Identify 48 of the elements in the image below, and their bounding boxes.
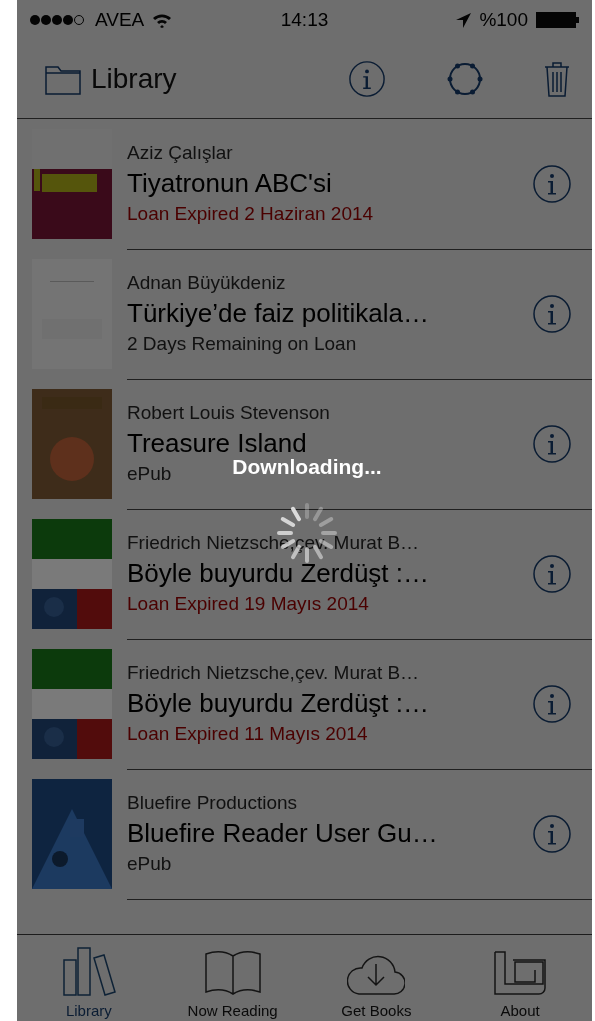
sync-button[interactable] xyxy=(446,60,484,98)
loan-expired-text: Loan Expired 19 Mayıs 2014 xyxy=(127,593,369,615)
tab-bar-item[interactable]: Now Reading xyxy=(160,935,305,1021)
info-icon[interactable] xyxy=(532,683,572,724)
signal-icon xyxy=(29,14,87,26)
book-author: Aziz Çalışlar xyxy=(127,142,233,164)
tab-bar-item[interactable]: About xyxy=(448,935,592,1021)
book-author: Friedrich Nietzsche,çev. Murat B… xyxy=(127,662,420,684)
book-title: Bluefire Reader User Gu… xyxy=(127,818,438,849)
location-arrow-icon xyxy=(456,12,472,28)
wifi-icon xyxy=(152,12,173,28)
book-row[interactable]: Adnan Büyükdeniz Türkiye’de faiz politikala… 2 Days Remaining on Loan xyxy=(17,249,592,379)
carrier-name: AVEA xyxy=(95,9,145,31)
logo-icon xyxy=(493,950,548,996)
info-icon[interactable] xyxy=(532,293,572,334)
gear-icon xyxy=(446,60,484,98)
books-icon xyxy=(60,946,117,996)
book-title: Türkiye’de faiz politikala… xyxy=(127,298,429,329)
info-icon[interactable] xyxy=(532,553,572,594)
clock-time: 14:13 xyxy=(280,9,329,31)
book-row[interactable]: Friedrich Nietzsche,çev. Murat B… Böyle buyurdu Zerdüşt :… Loan Expired 11 Mayıs 2014 xyxy=(17,639,592,769)
battery-percent: %100 xyxy=(479,9,528,31)
book-title: Böyle buyurdu Zerdüşt :… xyxy=(127,558,430,589)
folder-icon[interactable] xyxy=(45,63,81,95)
trash-icon xyxy=(544,61,570,97)
book-row[interactable]: Aziz Çalışlar Tiyatronun ABC'si Loan Expired 2 Haziran 2014 xyxy=(17,119,592,249)
tab-bar-item[interactable]: Library xyxy=(17,935,161,1021)
book-detail: ePub xyxy=(127,463,172,485)
book-detail: 2 Days Remaining on Loan xyxy=(127,333,357,355)
info-icon[interactable] xyxy=(532,423,572,464)
info-icon xyxy=(348,60,386,98)
loan-expired-text: Loan Expired 2 Haziran 2014 xyxy=(127,203,374,225)
book-row[interactable]: Bluefire Productions Bluefire Reader User Gu… ePub xyxy=(17,769,592,899)
info-button[interactable] xyxy=(348,60,386,98)
info-icon[interactable] xyxy=(532,813,572,854)
tab-bar-item[interactable]: Get Books xyxy=(304,935,449,1021)
nav-title: Library xyxy=(91,63,178,95)
info-icon[interactable] xyxy=(532,163,572,204)
book-author: Robert Louis Stevenson xyxy=(127,402,330,424)
book-title: Tiyatronun ABC'si xyxy=(127,168,332,199)
book-author: Adnan Büyükdeniz xyxy=(127,272,286,294)
open-book-icon xyxy=(203,950,262,996)
book-title: Böyle buyurdu Zerdüşt :… xyxy=(127,688,430,719)
delete-button[interactable] xyxy=(544,61,570,97)
book-detail: ePub xyxy=(127,853,172,875)
book-author: Bluefire Productions xyxy=(127,792,298,814)
battery-icon xyxy=(536,12,580,28)
loan-expired-text: Loan Expired 11 Mayıs 2014 xyxy=(127,723,368,745)
